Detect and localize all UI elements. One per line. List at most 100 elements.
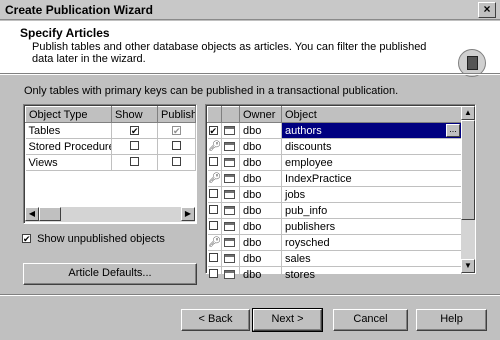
object-row[interactable]: dbo publishers [207,218,462,235]
publish-all-checkbox[interactable] [172,156,181,166]
icon-cell [221,186,240,203]
object-name-cell[interactable]: pub_info [281,202,462,219]
publish-checkbox[interactable] [208,220,218,230]
object-name-cell[interactable]: publishers [281,218,462,235]
publish-checkbox[interactable] [208,252,218,262]
table-icon [224,142,235,152]
object-row[interactable]: dbo employee [207,154,462,171]
cancel-button[interactable]: Cancel [333,309,408,331]
object-row[interactable]: dbo pub_info [207,202,462,219]
next-button[interactable]: Next > [252,308,323,332]
scroll-up-button[interactable]: ▲ [461,106,475,120]
check-cell: 🔑︎ [207,234,222,251]
object-row[interactable]: 🔑︎ dbo roysched [207,234,462,251]
back-button[interactable]: < Back [181,309,250,331]
object-name-cell[interactable]: IndexPractice [281,170,462,187]
objects-grid[interactable]: Owner Object ✔ dbo authors... 🔑︎ dbo discount… [205,104,476,283]
object-name-cell[interactable]: roysched [281,234,462,251]
show-cell: ✔ [111,122,158,139]
publish-all-checkbox[interactable] [172,140,181,150]
object-row[interactable]: dbo stores [207,266,462,283]
object-type-row[interactable]: Tables ✔ ✔ [25,122,196,139]
object-row[interactable]: dbo sales [207,250,462,267]
no-primary-key-icon: 🔑︎ [208,237,222,248]
column-header-object[interactable]: Object [281,106,462,123]
publish-checkbox[interactable] [208,156,218,166]
column-header-check[interactable] [207,106,222,123]
scroll-left-button[interactable]: ◀ [25,207,39,221]
page-title: Specify Articles [20,26,110,40]
publish-checkbox[interactable]: ✔ [208,125,218,135]
icon-cell [221,266,240,283]
show-unpublished-checkbox[interactable]: ✔ Show unpublished objects [22,233,165,245]
check-cell [207,266,222,283]
owner-cell: dbo [239,186,282,203]
owner-cell: dbo [239,218,282,235]
column-header-publish[interactable]: Publish A [157,106,196,123]
column-header-icon[interactable] [221,106,240,123]
owner-cell: dbo [239,122,282,139]
icon-cell [221,202,240,219]
object-row[interactable]: 🔑︎ dbo IndexPractice [207,170,462,187]
object-name-cell[interactable]: employee [281,154,462,171]
scroll-down-button[interactable]: ▼ [461,259,475,273]
check-cell [207,186,222,203]
publish-checkbox[interactable] [208,188,218,198]
footer-divider [0,294,500,296]
object-name: authors [285,124,322,137]
object-name: publishers [285,220,336,233]
table-icon [224,126,235,136]
check-cell: 🔑︎ [207,138,222,155]
object-row[interactable]: 🔑︎ dbo discounts [207,138,462,155]
scroll-thumb[interactable] [39,207,61,221]
page-subtitle: Publish tables and other database object… [32,41,427,65]
column-header-show[interactable]: Show [111,106,158,123]
object-type-grid[interactable]: Object Type Show Publish A Tables ✔ ✔ Store… [23,104,197,224]
publish-checkbox[interactable] [208,268,218,278]
object-row[interactable]: ✔ dbo authors... [207,122,462,139]
object-type-label: Tables [25,122,112,139]
object-name: discounts [285,140,332,153]
table-icon [224,254,235,264]
table-icon [224,222,235,232]
icon-cell [221,234,240,251]
object-name-cell[interactable]: jobs [281,186,462,203]
publish-cell: ✔ [157,122,196,139]
wizard-header: Specify Articles Publish tables and othe… [0,21,500,77]
publish-cell [157,138,196,155]
object-name-cell[interactable]: discounts [281,138,462,155]
show-checkbox[interactable] [130,140,139,150]
object-type-hscrollbar[interactable]: ◀ ▶ [25,207,195,222]
column-header-object-type[interactable]: Object Type [25,106,112,123]
show-unpublished-label: Show unpublished objects [37,233,165,245]
object-name-cell[interactable]: stores [281,266,462,283]
show-checkbox[interactable]: ✔ [130,125,139,135]
check-cell: 🔑︎ [207,170,222,187]
object-name: IndexPractice [285,172,352,185]
properties-ellipsis-button[interactable]: ... [446,124,460,137]
object-name: roysched [285,236,330,249]
object-type-row[interactable]: Stored Procedures [25,138,196,155]
no-primary-key-icon: 🔑︎ [208,173,222,184]
show-checkbox[interactable] [130,156,139,166]
owner-cell: dbo [239,138,282,155]
scroll-right-button[interactable]: ▶ [181,207,195,221]
object-name-cell[interactable]: authors... [281,122,462,139]
object-type-label: Views [25,154,112,171]
checkbox[interactable]: ✔ [22,234,31,244]
object-name-cell[interactable]: sales [281,250,462,267]
scroll-thumb[interactable] [461,120,475,220]
object-type-table: Object Type Show Publish A Tables ✔ ✔ Store… [25,106,196,171]
check-cell [207,154,222,171]
publish-all-checkbox[interactable]: ✔ [172,125,181,135]
close-button[interactable]: × [478,2,496,18]
objects-vscrollbar[interactable]: ▲ ▼ [461,106,475,273]
article-defaults-button[interactable]: Article Defaults... [23,263,197,285]
object-row[interactable]: dbo jobs [207,186,462,203]
publish-checkbox[interactable] [208,204,218,214]
object-name: pub_info [285,204,328,217]
help-button[interactable]: Help [416,309,487,331]
column-header-owner[interactable]: Owner [239,106,282,123]
owner-cell: dbo [239,154,282,171]
object-type-row[interactable]: Views [25,154,196,171]
